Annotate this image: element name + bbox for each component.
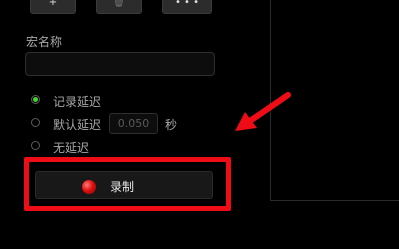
- record-button-label[interactable]: 录制: [110, 178, 134, 195]
- no-delay-label[interactable]: 无延迟: [53, 139, 89, 156]
- macro-name-label: 宏名称: [26, 35, 63, 49]
- record-delay-label[interactable]: 记录延迟: [53, 93, 101, 110]
- delete-macro-button[interactable]: 🗑: [96, 0, 142, 14]
- record-dot-icon: [82, 180, 96, 194]
- default-delay-radio[interactable]: [31, 118, 40, 127]
- add-macro-button[interactable]: +: [30, 0, 76, 14]
- more-options-button[interactable]: • • •: [162, 0, 212, 14]
- default-delay-input[interactable]: 0.050: [109, 113, 158, 134]
- seconds-unit-label: 秒: [165, 118, 178, 132]
- arrow-icon: [235, 92, 291, 131]
- default-delay-label[interactable]: 默认延迟: [53, 116, 101, 133]
- record-delay-radio[interactable]: [31, 95, 40, 104]
- no-delay-radio[interactable]: [31, 141, 40, 150]
- macro-name-input[interactable]: [25, 52, 215, 76]
